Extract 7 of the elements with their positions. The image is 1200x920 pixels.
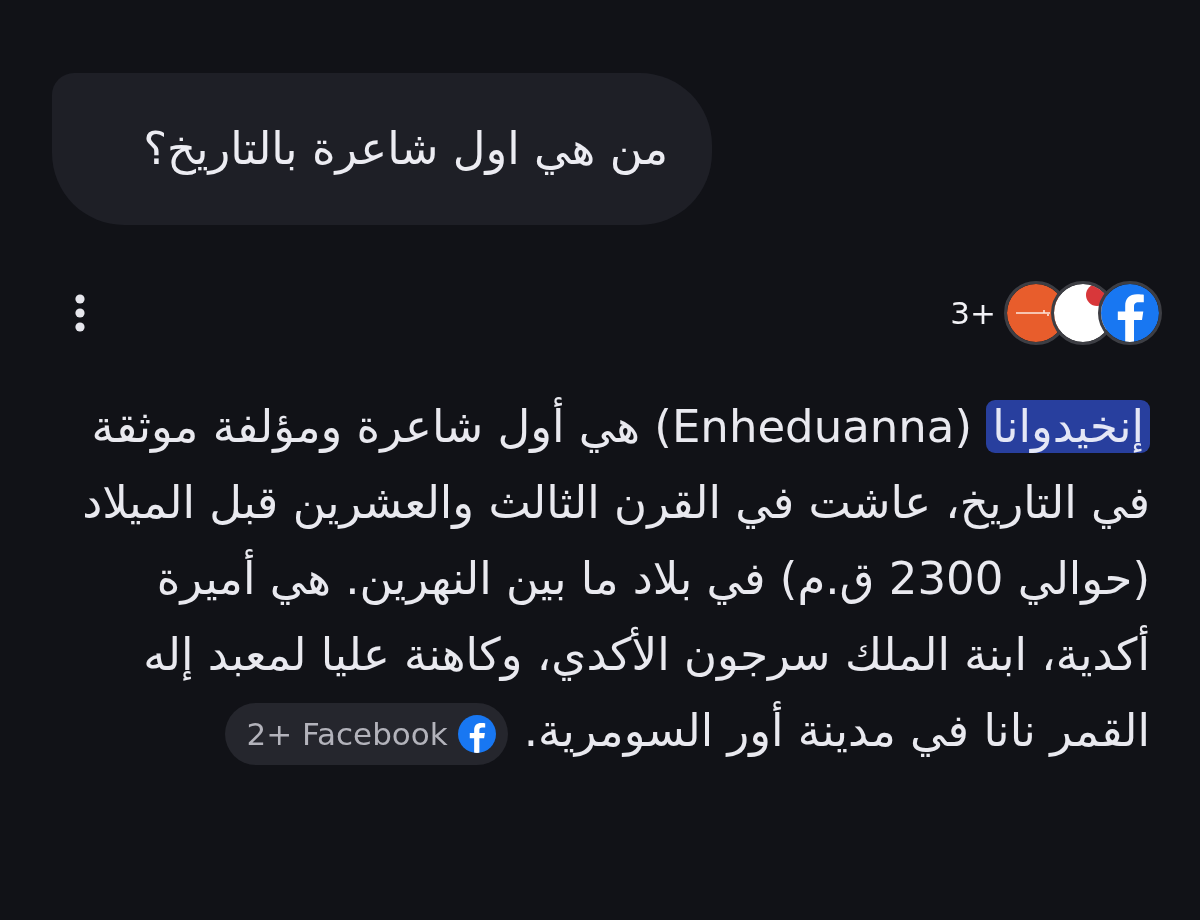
- facebook-icon: [457, 715, 496, 753]
- more-vertical-icon: [75, 294, 85, 332]
- sources-button[interactable]: 3+: [950, 281, 1162, 345]
- facebook-icon: [1098, 281, 1162, 345]
- user-message-text: من هي اول شاعرة بالتاريخ؟: [143, 121, 668, 177]
- source-chip[interactable]: 2+ Facebook: [224, 703, 508, 765]
- highlighted-term[interactable]: إنخيدوانا: [986, 400, 1150, 453]
